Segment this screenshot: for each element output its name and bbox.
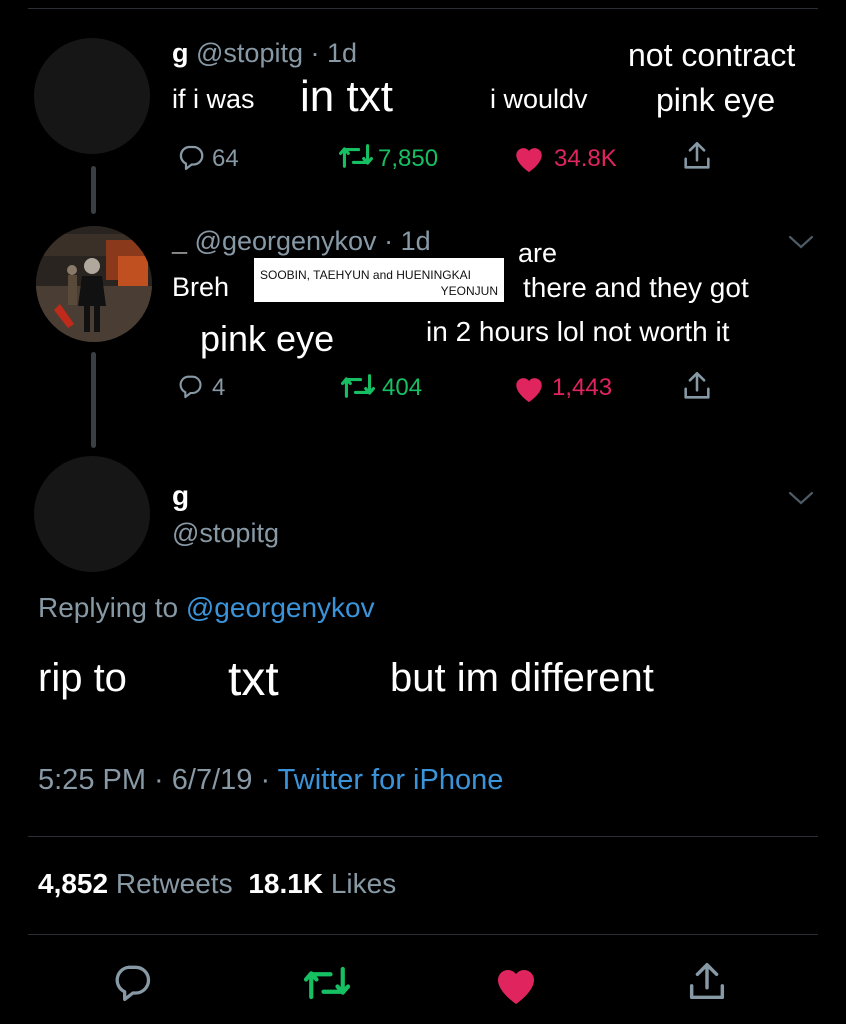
like-count: 34.8K (554, 145, 617, 172)
reply-icon[interactable] (176, 142, 206, 172)
top-divider (28, 8, 818, 9)
chevron-down-icon[interactable] (786, 488, 816, 508)
overlay-text-pink-eye: pink eye (200, 318, 335, 359)
overlay-text-txt: txt (228, 653, 279, 706)
avatar[interactable] (34, 456, 150, 572)
like-total: 18.1K (248, 868, 324, 899)
engagement-stats: 4,852 Retweets 18.1K Likes (38, 868, 396, 900)
retweet-icon[interactable] (338, 140, 374, 172)
overlay-names-line-1: SOOBIN, TAEHYUN and HUENINGKAI (260, 268, 471, 282)
overlay-text-are: are (518, 238, 558, 268)
avatar[interactable] (36, 226, 152, 342)
reply-icon[interactable] (110, 960, 154, 1004)
like-icon[interactable] (492, 962, 540, 1006)
overlay-names-box: SOOBIN, TAEHYUN and HUENINGKAI YEONJUN (254, 258, 504, 302)
author-name[interactable]: g (172, 480, 189, 512)
share-icon[interactable] (680, 138, 714, 174)
overlay-text-not-contract: not contract (628, 37, 796, 73)
share-icon[interactable] (680, 368, 714, 404)
share-icon[interactable] (684, 958, 730, 1006)
tweet-text-continued-2: in 2 hours lol not worth it (426, 316, 730, 347)
avatar-photo (36, 226, 152, 342)
reply-icon[interactable] (176, 372, 204, 400)
avatar[interactable] (34, 38, 150, 154)
overlay-text-pink-eye: pink eye (656, 82, 776, 118)
reply-count: 64 (212, 145, 239, 172)
author-handle[interactable]: @stopitg (172, 518, 279, 549)
author-name[interactable]: g (172, 38, 189, 68)
author-handle[interactable]: @stopitg (196, 38, 303, 68)
chevron-down-icon[interactable] (786, 232, 816, 252)
retweet-label: Retweets (115, 868, 233, 899)
tweet-text-continued: there and they got (523, 272, 749, 303)
tweet-text: Breh (172, 272, 230, 302)
like-icon[interactable] (512, 372, 546, 404)
tweet-time: · 1d (310, 38, 358, 68)
retweet-count: 404 (382, 374, 423, 401)
retweet-stat[interactable]: 4,852 Retweets (38, 868, 240, 899)
retweet-icon[interactable] (302, 962, 352, 1004)
thread-line (91, 352, 96, 448)
like-icon[interactable] (512, 142, 546, 174)
replying-label: Replying to (38, 592, 179, 623)
like-stat[interactable]: 18.1K Likes (248, 868, 396, 899)
like-count: 1,443 (552, 374, 613, 401)
retweet-icon[interactable] (340, 370, 376, 402)
like-label: Likes (330, 868, 397, 899)
tweet-text-continued: i wouldv (490, 84, 588, 114)
author-handle[interactable]: @georgenykov (195, 226, 377, 256)
stats-divider-bottom (28, 934, 818, 935)
tweet-timestamp: 5:25 PM · 6/7/19 · (38, 764, 271, 796)
stats-divider-top (28, 836, 818, 837)
tweet-text-continued: but im different (390, 656, 654, 700)
overlay-names-line-2: YEONJUN (440, 284, 498, 298)
tweet-source-link[interactable]: Twitter for iPhone (278, 764, 504, 796)
tweet-text: if i was (172, 84, 255, 114)
retweet-total: 4,852 (38, 868, 109, 899)
author-name[interactable]: _ (172, 226, 187, 256)
thread-line (91, 166, 96, 214)
tweet-time: · 1d (384, 226, 431, 256)
overlay-text-in-txt: in txt (300, 72, 393, 121)
reply-count: 4 (212, 374, 226, 401)
retweet-count: 7,850 (378, 145, 439, 172)
replying-handle-link[interactable]: @georgenykov (186, 592, 375, 623)
tweet-text: rip to (38, 656, 127, 700)
